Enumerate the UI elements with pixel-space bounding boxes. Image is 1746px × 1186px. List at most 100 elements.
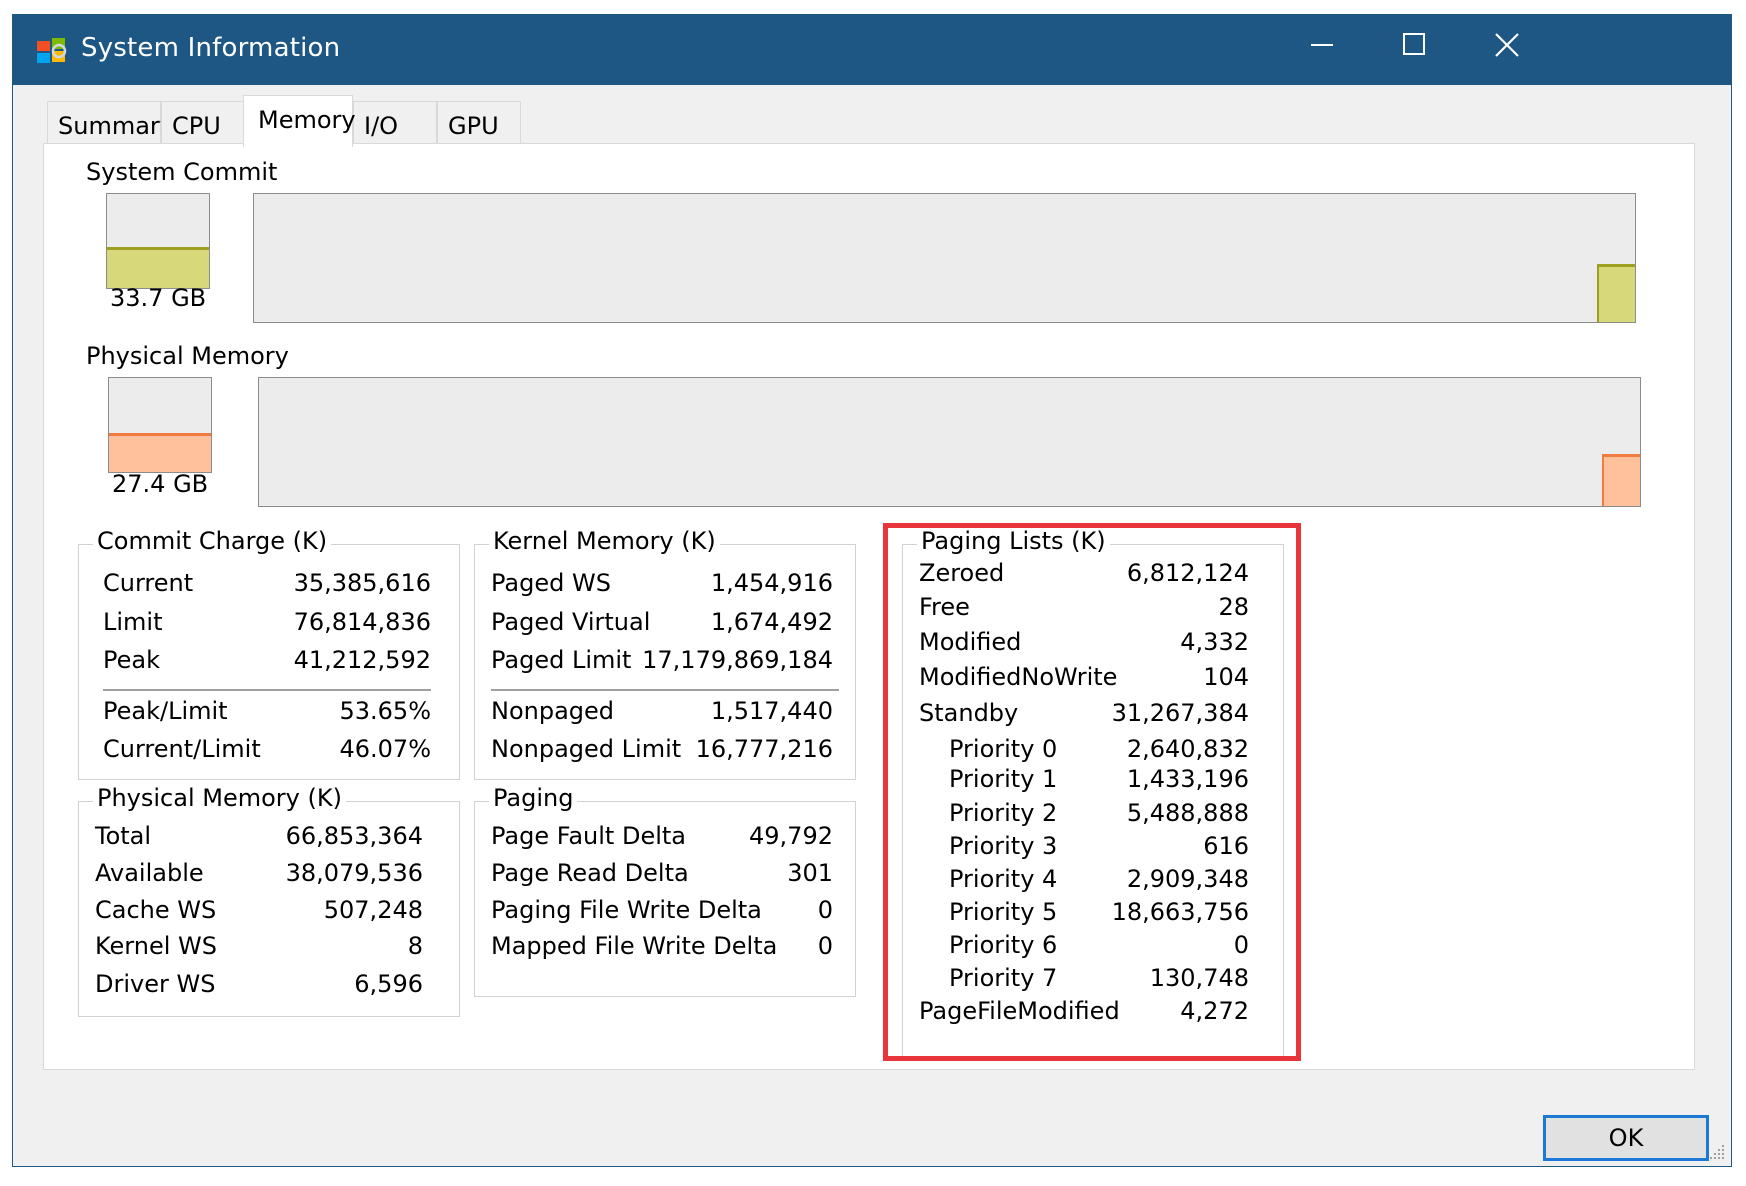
row-label: Cache WS bbox=[95, 896, 217, 924]
ok-button[interactable]: OK bbox=[1543, 1115, 1709, 1161]
row-label: Total bbox=[95, 822, 152, 850]
row-value: 0 bbox=[817, 932, 833, 960]
table-row: Paged Virtual 1,674,492 bbox=[475, 608, 855, 640]
table-row: Total 66,853,364 bbox=[79, 822, 459, 854]
row-value: 4,272 bbox=[1180, 997, 1249, 1025]
table-row: Kernel WS 8 bbox=[79, 932, 459, 964]
row-label: Paged WS bbox=[491, 569, 611, 597]
system-information-icon bbox=[37, 38, 67, 63]
row-value: 17,179,869,184 bbox=[642, 646, 833, 674]
system-commit-label: System Commit bbox=[86, 158, 278, 186]
window-title: System Information bbox=[81, 33, 341, 63]
row-value: 0 bbox=[1233, 931, 1249, 959]
paging-group: Paging Page Fault Delta 49,792 Page Read … bbox=[474, 784, 856, 997]
row-value: 616 bbox=[1203, 832, 1249, 860]
row-label: Priority 4 bbox=[949, 865, 1058, 893]
row-value: 0 bbox=[817, 896, 833, 924]
row-label: Priority 7 bbox=[949, 964, 1058, 992]
system-commit-value: 33.7 GB bbox=[110, 284, 207, 312]
resize-grip-icon[interactable] bbox=[1707, 1142, 1727, 1162]
row-value: 130,748 bbox=[1149, 964, 1249, 992]
divider bbox=[103, 689, 431, 691]
row-value: 53.65% bbox=[339, 697, 431, 725]
row-value: 18,663,756 bbox=[1111, 898, 1249, 926]
table-row: Paged WS 1,454,916 bbox=[475, 569, 855, 601]
minimize-button[interactable] bbox=[1277, 15, 1369, 85]
table-row: Priority 6 0 bbox=[903, 931, 1283, 963]
row-value: 5,488,888 bbox=[1126, 799, 1249, 827]
row-label: Zeroed bbox=[919, 559, 1005, 587]
row-value: 1,674,492 bbox=[710, 608, 833, 636]
table-row: Priority 5 18,663,756 bbox=[903, 898, 1283, 930]
kernel-memory-title: Kernel Memory (K) bbox=[489, 527, 720, 555]
tab-io[interactable]: I/O bbox=[353, 101, 437, 145]
row-value: 2,909,348 bbox=[1126, 865, 1249, 893]
system-commit-history-fill bbox=[1597, 264, 1635, 322]
table-row: Current/Limit 46.07% bbox=[79, 735, 459, 767]
table-row: Nonpaged 1,517,440 bbox=[475, 697, 855, 729]
physical-memory-meter-fill bbox=[109, 433, 211, 472]
row-value: 38,079,536 bbox=[285, 859, 423, 887]
row-value: 4,332 bbox=[1180, 628, 1249, 656]
row-label: Peak/Limit bbox=[103, 697, 228, 725]
paging-lists-title: Paging Lists (K) bbox=[917, 527, 1110, 555]
row-value: 41,212,592 bbox=[293, 646, 431, 674]
memory-tab-panel: System Commit 33.7 GB Physical Memory 27… bbox=[43, 143, 1695, 1070]
close-button[interactable] bbox=[1461, 15, 1553, 85]
row-label: Standby bbox=[919, 699, 1019, 727]
row-value: 49,792 bbox=[749, 822, 833, 850]
maximize-button[interactable] bbox=[1369, 15, 1461, 85]
physical-memory-history-graph bbox=[258, 377, 1641, 507]
table-row: PageFileModified 4,272 bbox=[903, 997, 1283, 1029]
row-value: 76,814,836 bbox=[293, 608, 431, 636]
row-value: 8 bbox=[407, 932, 423, 960]
row-label: Modified bbox=[919, 628, 1022, 656]
row-label: ModifiedNoWrite bbox=[919, 663, 1118, 691]
tab-memory[interactable]: Memory bbox=[243, 95, 356, 147]
table-row: Priority 4 2,909,348 bbox=[903, 865, 1283, 897]
row-label: Paged Virtual bbox=[491, 608, 651, 636]
table-row: Peak/Limit 53.65% bbox=[79, 697, 459, 729]
row-label: Mapped File Write Delta bbox=[491, 932, 778, 960]
table-row: Priority 2 5,488,888 bbox=[903, 799, 1283, 831]
row-label: Driver WS bbox=[95, 970, 216, 998]
row-label: Nonpaged bbox=[491, 697, 615, 725]
table-row: ModifiedNoWrite 104 bbox=[903, 663, 1283, 695]
table-row: Limit 76,814,836 bbox=[79, 608, 459, 640]
tab-cpu[interactable]: CPU bbox=[161, 101, 245, 145]
commit-charge-title: Commit Charge (K) bbox=[93, 527, 332, 555]
row-label: Nonpaged Limit bbox=[491, 735, 682, 763]
table-row: Page Fault Delta 49,792 bbox=[475, 822, 855, 854]
row-label: Page Fault Delta bbox=[491, 822, 686, 850]
maximize-icon bbox=[1403, 33, 1425, 55]
row-label: Priority 1 bbox=[949, 765, 1058, 793]
commit-charge-group: Commit Charge (K) Current 35,385,616 Limi… bbox=[78, 527, 460, 780]
table-row: Peak 41,212,592 bbox=[79, 646, 459, 678]
system-commit-history-graph bbox=[253, 193, 1636, 323]
table-row: Priority 7 130,748 bbox=[903, 964, 1283, 996]
close-icon bbox=[1495, 33, 1519, 57]
physical-memory-k-title: Physical Memory (K) bbox=[93, 784, 346, 812]
tab-gpu[interactable]: GPU bbox=[437, 101, 521, 145]
table-row: Standby 31,267,384 bbox=[903, 699, 1283, 731]
row-label: Page Read Delta bbox=[491, 859, 689, 887]
table-row: Current 35,385,616 bbox=[79, 569, 459, 601]
physical-memory-label: Physical Memory bbox=[86, 342, 289, 370]
row-value: 2,640,832 bbox=[1126, 735, 1249, 763]
table-row: Driver WS 6,596 bbox=[79, 970, 459, 1002]
row-value: 16,777,216 bbox=[695, 735, 833, 763]
row-label: Priority 3 bbox=[949, 832, 1058, 860]
row-label: Peak bbox=[103, 646, 160, 674]
title-bar[interactable]: System Information bbox=[13, 15, 1731, 85]
row-label: Paged Limit bbox=[491, 646, 632, 674]
row-value: 507,248 bbox=[323, 896, 423, 924]
tab-summary[interactable]: Summary bbox=[47, 101, 174, 145]
table-row: Cache WS 507,248 bbox=[79, 896, 459, 928]
paging-lists-group: Paging Lists (K) Zeroed 6,812,124 Free 28 … bbox=[902, 527, 1284, 1060]
row-label: Priority 2 bbox=[949, 799, 1058, 827]
row-label: Priority 0 bbox=[949, 735, 1058, 763]
row-value: 66,853,364 bbox=[285, 822, 423, 850]
system-commit-meter bbox=[106, 193, 210, 289]
row-label: Priority 6 bbox=[949, 931, 1058, 959]
row-label: Paging File Write Delta bbox=[491, 896, 762, 924]
